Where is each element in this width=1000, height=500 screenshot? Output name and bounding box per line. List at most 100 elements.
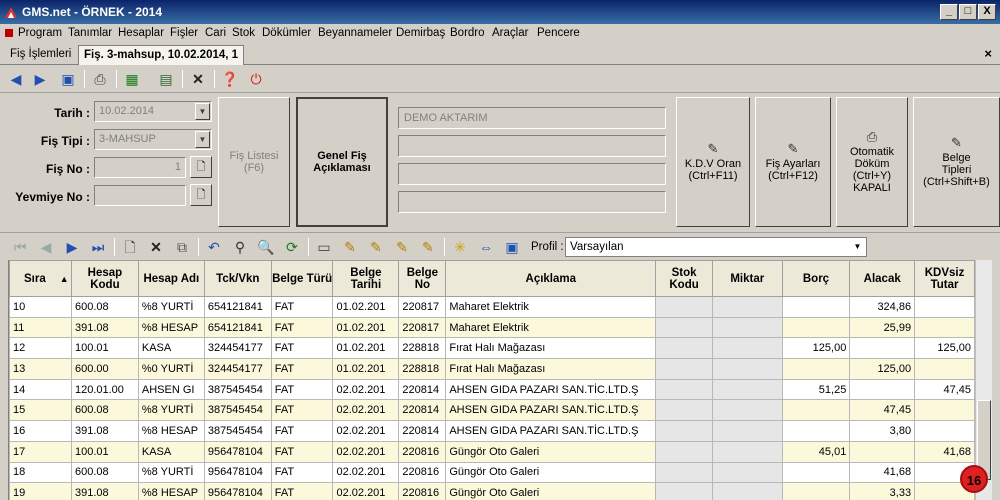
last-record-icon[interactable]: ⏭ <box>88 237 108 257</box>
cell-hesap-adi[interactable]: %8 HESAP <box>137 420 205 442</box>
chevron-down-icon[interactable]: ▼ <box>195 103 210 120</box>
cell-aciklama[interactable]: Güngör Oto Galeri <box>445 440 657 463</box>
cell-sira[interactable]: 14 <box>9 378 72 401</box>
cell-tck-vkn[interactable]: 324454177 <box>203 337 272 360</box>
cell-stok-kodu[interactable] <box>655 316 713 339</box>
table-row[interactable]: 14 120.01.00 AHSEN GI 387545454 FAT 02.02.201… <box>9 378 975 401</box>
cell-aciklama[interactable]: AHSEN GIDA PAZARI SAN.TİC.LTD.Ş <box>445 399 657 422</box>
menu-stok[interactable]: Stok <box>232 27 255 39</box>
cell-borc[interactable] <box>781 296 851 318</box>
cell-aciklama[interactable]: Güngör Oto Galeri <box>445 482 657 500</box>
cell-borc[interactable] <box>781 420 851 442</box>
menu-cari[interactable]: Cari <box>205 27 226 39</box>
cell-alacak[interactable] <box>849 378 916 401</box>
cell-belge-no[interactable]: 220816 <box>398 461 447 484</box>
cell-miktar[interactable] <box>711 461 783 484</box>
menu-tanimlar[interactable]: Tanımlar <box>68 27 112 39</box>
cell-belge-tarihi[interactable]: 02.02.201 <box>332 378 400 401</box>
cell-hesap-adi[interactable]: %8 YURTİ <box>137 296 205 318</box>
column-header-tck-vkn[interactable]: Tck/Vkn <box>203 260 272 297</box>
first-record-icon[interactable]: ⏮ <box>10 237 30 257</box>
column-header-belge-turu[interactable]: Belge Türü <box>270 260 334 297</box>
column-header-hesap-kodu[interactable]: Hesap Kodu <box>70 260 139 297</box>
cell-belge-tarihi[interactable]: 02.02.201 <box>332 399 400 422</box>
cell-alacak[interactable] <box>849 440 916 463</box>
cell-hesap-kodu[interactable]: 391.08 <box>70 316 139 339</box>
vertical-scrollbar[interactable] <box>975 260 992 500</box>
cell-belge-tarihi[interactable]: 01.02.201 <box>332 296 400 318</box>
cell-stok-kodu[interactable] <box>655 378 713 401</box>
cell-borc[interactable] <box>781 482 851 500</box>
table-row[interactable]: 12 100.01 KASA 324454177 FAT 01.02.201 228818 F… <box>9 337 975 360</box>
undo-icon[interactable]: ↶ <box>204 237 224 257</box>
cell-belge-turu[interactable]: FAT <box>270 337 334 360</box>
cell-tck-vkn[interactable]: 324454177 <box>203 358 272 380</box>
menu-bordro[interactable]: Bordro <box>450 27 485 39</box>
cell-belge-turu[interactable]: FAT <box>270 358 334 380</box>
maximize-button[interactable]: □ <box>959 4 977 20</box>
notification-badge[interactable]: 16 <box>960 465 988 493</box>
cell-miktar[interactable] <box>711 399 783 422</box>
cell-hesap-kodu[interactable]: 391.08 <box>70 420 139 442</box>
cell-hesap-kodu[interactable]: 100.01 <box>70 440 139 463</box>
cell-stok-kodu[interactable] <box>655 399 713 422</box>
fis-tipi-field[interactable]: 3-MAHSUP ▼ <box>94 129 212 150</box>
column-header-aciklama[interactable]: Açıklama <box>445 260 657 297</box>
cell-tck-vkn[interactable]: 654121841 <box>203 296 272 318</box>
cell-hesap-kodu[interactable]: 600.08 <box>70 461 139 484</box>
menu-beyannameler[interactable]: Beyannameler <box>318 27 392 39</box>
cell-sira[interactable]: 19 <box>9 482 72 500</box>
cell-aciklama[interactable]: AHSEN GIDA PAZARI SAN.TİC.LTD.Ş <box>445 420 657 442</box>
otomatik-dokum-button[interactable]: ⎙ Otomatik Döküm (Ctrl+Y) KAPALI <box>836 97 908 227</box>
description-line-3[interactable] <box>398 163 666 185</box>
columns-icon[interactable]: ⇔ <box>476 237 496 257</box>
cell-stok-kodu[interactable] <box>655 482 713 500</box>
cell-belge-no[interactable]: 220817 <box>398 316 447 339</box>
menu-program[interactable]: Program <box>18 27 62 39</box>
description-line-1[interactable]: DEMO AKTARIM <box>398 107 666 129</box>
cell-tck-vkn[interactable]: 654121841 <box>203 316 272 339</box>
table-row[interactable]: 11 391.08 %8 HESAP 654121841 FAT 01.02.201 220… <box>9 316 975 339</box>
yevmiye-lookup-button[interactable]: 🗋 <box>190 184 212 206</box>
menu-demirbas[interactable]: Demirbaş <box>396 27 445 39</box>
table-row[interactable]: 13 600.00 %0 YURTİ 324454177 FAT 01.02.201 228… <box>9 358 975 380</box>
cell-belge-turu[interactable]: FAT <box>270 316 334 339</box>
power-icon[interactable]: ⏻ <box>246 69 266 89</box>
table-row[interactable]: 18 600.08 %8 YURTİ 956478104 FAT 02.02.201 220… <box>9 461 975 484</box>
cell-kdvsiz-tutar[interactable] <box>914 316 975 339</box>
cell-aciklama[interactable]: Güngör Oto Galeri <box>445 461 657 484</box>
cell-alacak[interactable] <box>849 337 916 360</box>
cell-miktar[interactable] <box>711 378 783 401</box>
cell-stok-kodu[interactable] <box>655 337 713 360</box>
edit-icon[interactable]: ✎ <box>340 237 360 257</box>
menu-pencere[interactable]: Pencere <box>537 27 580 39</box>
cell-miktar[interactable] <box>711 316 783 339</box>
cell-stok-kodu[interactable] <box>655 358 713 380</box>
menu-hesaplar[interactable]: Hesaplar <box>118 27 164 39</box>
edit-icon[interactable]: ✎ <box>418 237 438 257</box>
binoculars-icon[interactable]: ⚲ <box>230 237 250 257</box>
new-star-icon[interactable]: ✳ <box>450 237 470 257</box>
cell-belge-no[interactable]: 220814 <box>398 420 447 442</box>
table-row[interactable]: 17 100.01 KASA 956478104 FAT 02.02.201 220816 G… <box>9 440 975 463</box>
menu-fisler[interactable]: Fişler <box>170 27 198 39</box>
edit-icon[interactable]: ✎ <box>392 237 412 257</box>
cell-belge-no[interactable]: 220817 <box>398 296 447 318</box>
cell-hesap-adi[interactable]: %8 YURTİ <box>137 399 205 422</box>
menu-araclar[interactable]: Araçlar <box>492 27 528 39</box>
chevron-down-icon[interactable]: ▼ <box>195 131 210 148</box>
cell-belge-tarihi[interactable]: 01.02.201 <box>332 358 400 380</box>
cell-kdvsiz-tutar[interactable]: 41,68 <box>914 440 975 463</box>
cell-kdvsiz-tutar[interactable] <box>914 420 975 442</box>
menu-dokumler[interactable]: Dökümler <box>262 27 311 39</box>
belge-tipleri-button[interactable]: ✎ Belge Tipleri (Ctrl+Shift+B) <box>913 97 1000 227</box>
cell-miktar[interactable] <box>711 337 783 360</box>
table-row[interactable]: 10 600.08 %8 YURTİ 654121841 FAT 01.02.201 220… <box>9 296 975 318</box>
cell-stok-kodu[interactable] <box>655 440 713 463</box>
previous-record-icon[interactable]: ◀ <box>36 237 56 257</box>
next-icon[interactable]: ▶ <box>30 69 50 89</box>
previous-icon[interactable]: ◀ <box>6 69 26 89</box>
genel-fis-aciklamasi-button[interactable]: Genel Fiş Açıklaması <box>296 97 388 227</box>
column-header-sira[interactable]: Sıra ▲ <box>9 260 72 297</box>
cell-tck-vkn[interactable]: 956478104 <box>203 461 272 484</box>
